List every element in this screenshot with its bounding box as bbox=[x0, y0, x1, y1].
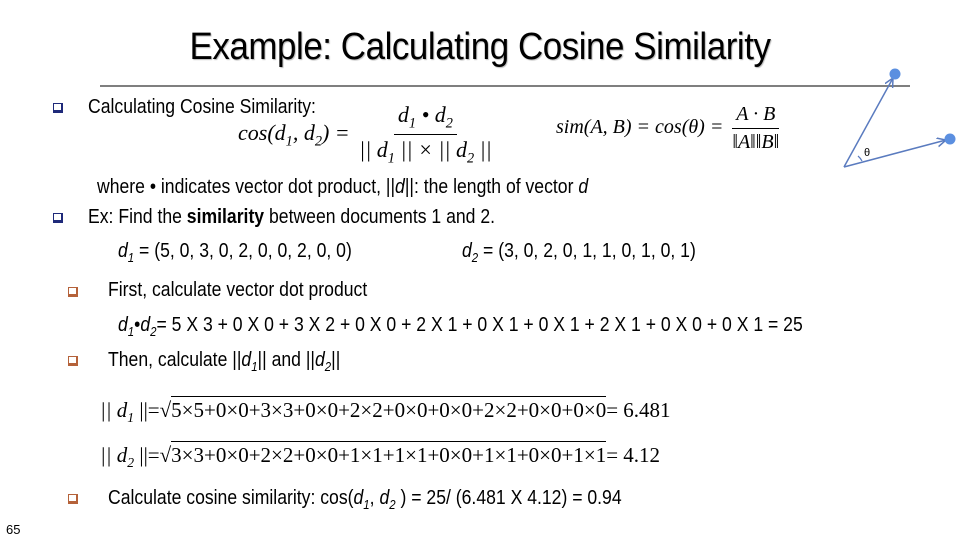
page-number: 65 bbox=[6, 522, 21, 537]
angle-label: θ bbox=[864, 147, 870, 159]
square-bullet-icon bbox=[68, 287, 78, 297]
sim-denominator: ‖A‖‖B‖ bbox=[732, 131, 780, 153]
square-bullet-icon bbox=[53, 103, 63, 113]
square-bullet-icon bbox=[68, 494, 78, 504]
sqrt-icon: √ bbox=[159, 398, 172, 422]
cos-lhs: cos(d1, d2) = bbox=[238, 119, 350, 150]
norm-d1-result: = 6.481 bbox=[606, 398, 671, 422]
slide-title: Example: Calculating Cosine Similarity bbox=[189, 26, 771, 68]
sqrt-icon: √ bbox=[159, 443, 172, 467]
vector-a-point bbox=[889, 68, 901, 80]
norm-d2-radicand: 3×3+0×0+2×2+0×0+1×1+1×1+0×0+1×1+0×0+1×1 bbox=[171, 441, 607, 467]
vector-d2: d2 = (3, 0, 2, 0, 1, 1, 0, 1, 0, 1) bbox=[462, 240, 696, 265]
cosine-formula: cos(d1, d2) = d1 • d2 || d1 || × || d2 |… bbox=[238, 102, 496, 168]
title-divider bbox=[100, 85, 910, 87]
dot-product-expression: d1•d2= 5 X 3 + 0 X 0 + 3 X 2 + 0 X 0 + 2… bbox=[118, 314, 803, 339]
bullet-example: Ex: Find the similarity between document… bbox=[88, 206, 496, 228]
norm-d2-formula: || d2 ||=√3×3+0×0+2×2+0×0+1×1+1×1+0×0+1×… bbox=[100, 441, 661, 471]
angle-arc bbox=[857, 155, 863, 162]
norm-d1-formula: || d1 ||=√5×5+0×0+3×3+0×0+2×2+0×0+0×0+2×… bbox=[100, 396, 671, 426]
square-bullet-icon bbox=[68, 356, 78, 366]
vector-b-point bbox=[944, 133, 956, 145]
sim-fraction: A · B ‖A‖‖B‖ bbox=[728, 103, 783, 154]
cos-numerator: d1 • d2 bbox=[393, 102, 457, 136]
sim-lhs: sim(A, B) = cos(θ) = bbox=[556, 116, 724, 139]
sim-numerator: A · B bbox=[732, 103, 780, 129]
norm-d2-result: = 4.12 bbox=[606, 443, 661, 467]
norm-d1-radicand: 5×5+0×0+3×3+0×0+2×2+0×0+0×0+2×2+0×0+0×0 bbox=[171, 396, 607, 422]
vector-angle-diagram: θ bbox=[843, 68, 956, 168]
vector-d1: d1 = (5, 0, 3, 0, 2, 0, 0, 2, 0, 0) bbox=[118, 240, 352, 265]
square-bullet-icon bbox=[53, 213, 63, 223]
cos-denominator: || d1 || × || d2 || bbox=[359, 137, 492, 167]
bullet-norms: Then, calculate ||d1|| and ||d2|| bbox=[108, 349, 341, 374]
bullet-dot-product: First, calculate vector dot product bbox=[108, 279, 368, 301]
bullet-cosine-result: Calculate cosine similarity: cos(d1, d2 … bbox=[108, 487, 622, 512]
vector-b-line bbox=[843, 140, 946, 168]
sim-formula: sim(A, B) = cos(θ) = A · B ‖A‖‖B‖ bbox=[556, 103, 783, 154]
where-explanation: where • indicates vector dot product, ||… bbox=[97, 176, 589, 198]
cos-fraction: d1 • d2 || d1 || × || d2 || bbox=[355, 102, 496, 168]
